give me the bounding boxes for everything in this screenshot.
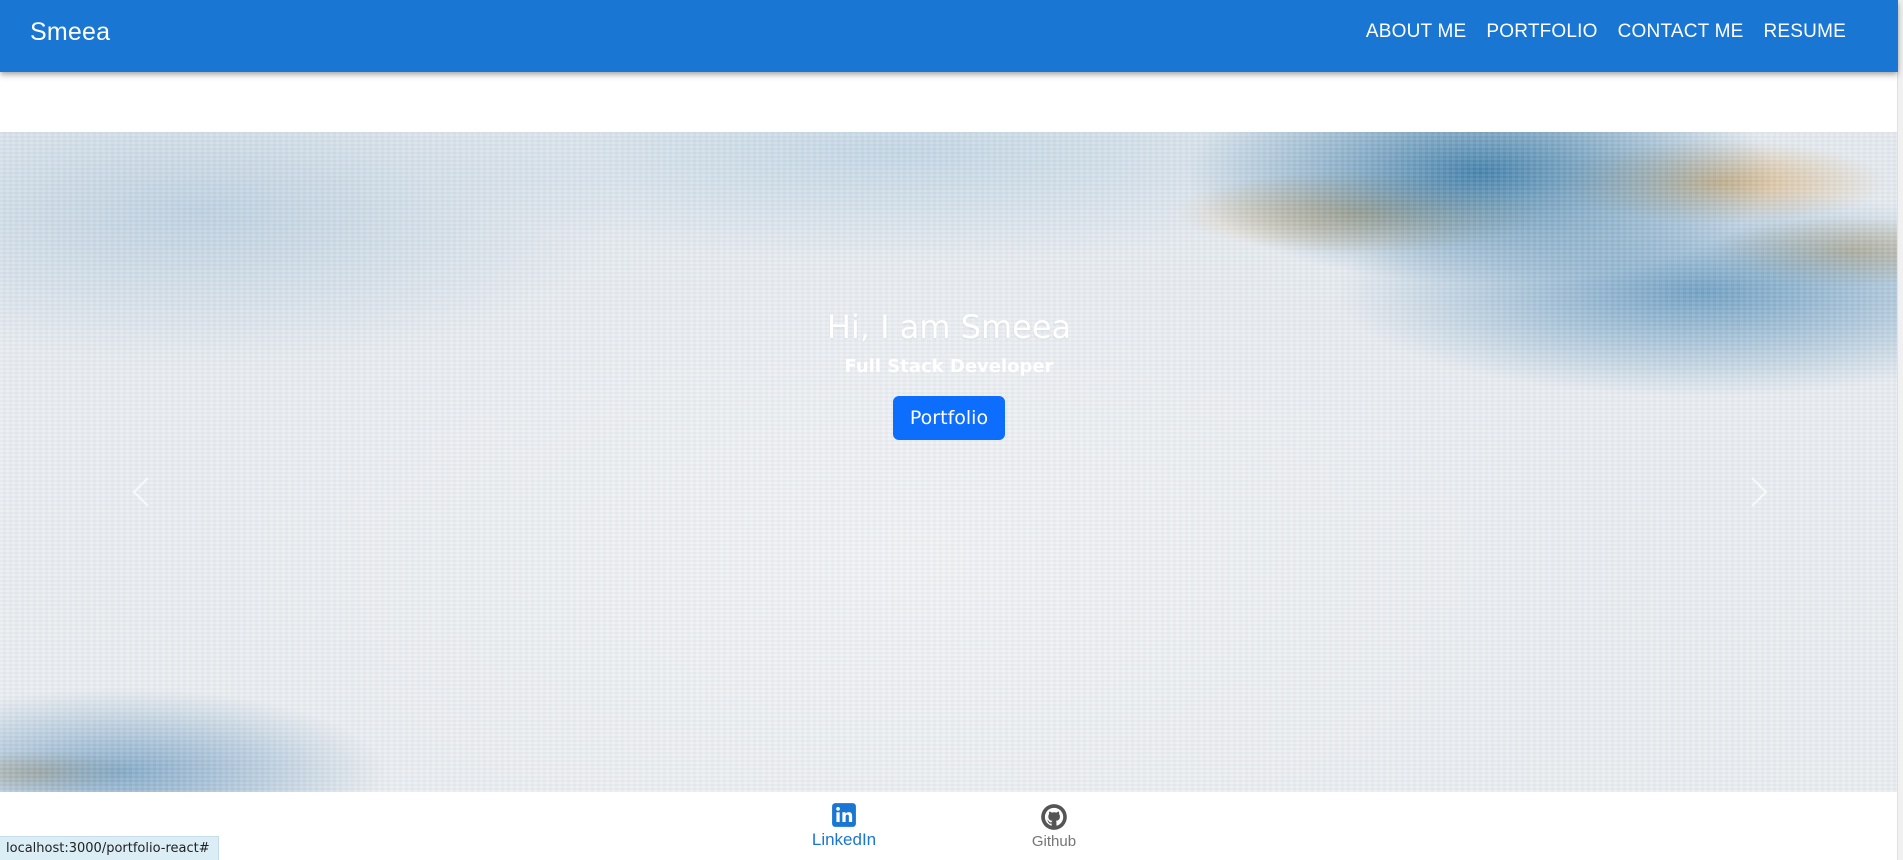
bottom-nav-github[interactable]: Github bbox=[949, 803, 1159, 850]
bottom-nav-label: Github bbox=[1031, 832, 1077, 850]
chevron-right-icon bbox=[1751, 477, 1768, 507]
chevron-left-icon bbox=[132, 477, 149, 507]
nav-about-me[interactable]: ABOUT ME bbox=[1356, 15, 1477, 49]
nav-contact-me[interactable]: CONTACT ME bbox=[1608, 15, 1754, 49]
nav-resume[interactable]: RESUME bbox=[1754, 15, 1857, 49]
hero-texture bbox=[0, 132, 1898, 792]
bottom-nav-linkedin[interactable]: LinkedIn bbox=[739, 802, 949, 850]
bottom-nav-label: LinkedIn bbox=[811, 830, 877, 849]
brand-title[interactable]: Smeea bbox=[30, 0, 110, 64]
hero-title: Hi, I am Smeea bbox=[826, 308, 1072, 346]
hero-caption: Hi, I am Smeea Full Stack Developer Port… bbox=[0, 308, 1898, 440]
page-scrollbar[interactable] bbox=[1897, 0, 1903, 860]
status-bar-url: localhost:3000/portfolio-react# bbox=[0, 836, 219, 860]
portfolio-button[interactable]: Portfolio bbox=[892, 395, 1006, 440]
page: Smeea ABOUT ME PORTFOLIO CONTACT ME RESU… bbox=[0, 0, 1903, 860]
carousel-prev-button[interactable] bbox=[122, 472, 162, 512]
hero-carousel: Hi, I am Smeea Full Stack Developer Port… bbox=[0, 132, 1898, 792]
linkedin-icon bbox=[832, 803, 856, 827]
nav-portfolio[interactable]: PORTFOLIO bbox=[1476, 15, 1607, 49]
bottom-navigation: LinkedIn Github bbox=[0, 792, 1898, 860]
main-nav: ABOUT ME PORTFOLIO CONTACT ME RESUME bbox=[1356, 0, 1856, 64]
hero-subtitle: Full Stack Developer bbox=[844, 356, 1054, 378]
app-bar: Smeea ABOUT ME PORTFOLIO CONTACT ME RESU… bbox=[0, 0, 1898, 72]
carousel-next-button[interactable] bbox=[1738, 472, 1778, 512]
github-icon bbox=[1041, 803, 1067, 830]
